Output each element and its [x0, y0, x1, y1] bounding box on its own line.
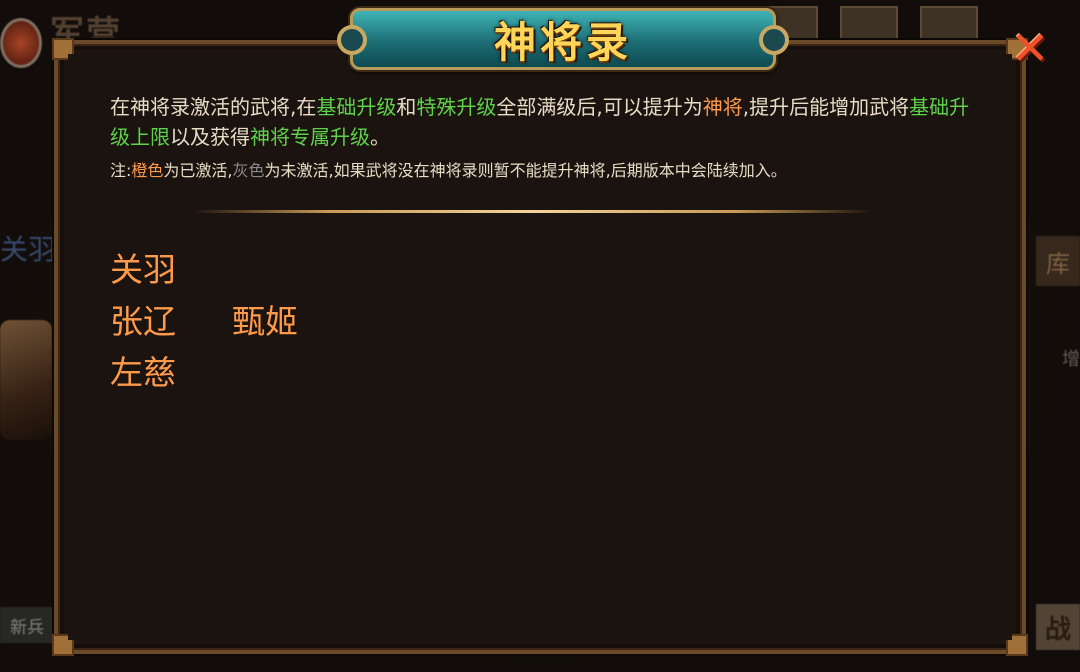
background-side-text: 增: [1062, 349, 1080, 370]
background-hero-figure: [0, 320, 52, 440]
background-bottom-right-button: 战: [1036, 604, 1080, 650]
note-text: 为未激活,如果武将没在神将录则暂不能提升神将,后期版本中会陆续加入。: [264, 161, 787, 180]
note-gray-word: 灰色: [232, 161, 265, 180]
hero-entry-zhangliao[interactable]: 张辽: [110, 295, 176, 343]
hero-entry-zhenji[interactable]: 甄姬: [232, 295, 298, 343]
description-text: 在神将录激活的武将,在: [110, 95, 317, 119]
highlight-basic-upgrade: 基础升级: [316, 95, 397, 119]
dialog-description: 在神将录激活的武将,在基础升级和特殊升级全部满级后,可以提升为神将,提升后能增加…: [110, 92, 980, 152]
description-text: 以及获得: [170, 125, 250, 149]
game-screen: 军营 关羽 库 增 新兵 战 神将录 ✕ 在神将录激活的武将,在基础升级和特殊升…: [0, 0, 1080, 672]
description-text: ,提升后能增加武将: [742, 95, 910, 119]
background-seal-icon: [0, 18, 42, 68]
dialog-note: 注:橙色为已激活,灰色为未激活,如果武将没在神将录则暂不能提升神将,后期版本中会…: [110, 157, 787, 181]
section-divider: [192, 210, 872, 213]
note-text: 为已激活,: [163, 161, 233, 180]
highlight-exclusive-upgrade: 神将专属升级: [250, 125, 370, 149]
note-orange-word: 橙色: [131, 161, 164, 180]
note-prefix: 注:: [110, 161, 132, 180]
description-text: 全部满级后,可以提升为: [496, 95, 703, 119]
background-side-tab: 库: [1036, 236, 1080, 286]
description-text: 。: [370, 125, 390, 149]
background-hero-name: 关羽: [0, 233, 57, 266]
dialog-title: 神将录: [493, 17, 632, 67]
description-text: 和: [396, 95, 417, 119]
highlight-shenjiang: 神将: [702, 95, 743, 119]
dialog-title-banner: 神将录: [337, 8, 789, 70]
highlight-special-upgrade: 特殊升级: [416, 95, 497, 119]
hero-entry-zuoci[interactable]: 左慈: [110, 346, 176, 394]
close-icon: ✕: [1010, 21, 1050, 75]
close-button[interactable]: ✕: [1004, 22, 1056, 74]
hero-entry-guanyu[interactable]: 关羽: [110, 243, 176, 291]
